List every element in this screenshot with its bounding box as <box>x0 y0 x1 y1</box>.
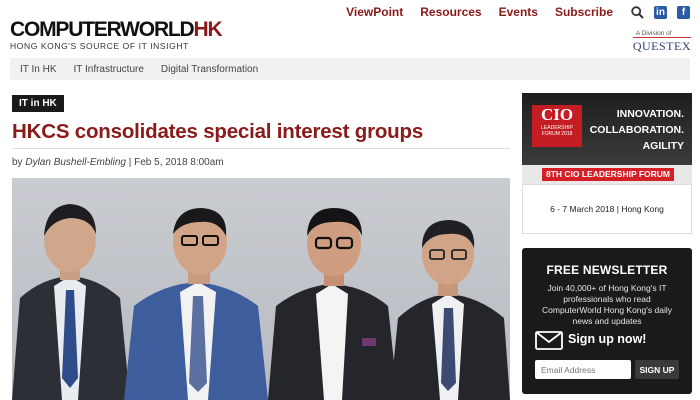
newsletter-title: FREE NEWSLETTER <box>546 263 668 277</box>
subnav-it-infrastructure[interactable]: IT Infrastructure <box>74 64 144 75</box>
linkedin-icon[interactable]: in <box>654 5 667 19</box>
byline: by Dylan Bushell-Embling | Feb 5, 2018 8… <box>12 157 224 168</box>
author-link[interactable]: Dylan Bushell-Embling <box>25 157 126 168</box>
subnav-digital-transformation[interactable]: Digital Transformation <box>161 64 258 75</box>
questex-division-text: A Division of <box>635 30 672 37</box>
ad-forum-pill: 8TH CIO LEADERSHIP FORUM <box>542 168 674 181</box>
subnav-it-in-hk[interactable]: IT In HK <box>20 64 57 75</box>
nav-resources[interactable]: Resources <box>420 5 481 19</box>
ad-slogan-line-2: COLLABORATION. <box>589 124 684 136</box>
logo-tagline: HONG KONG'S SOURCE OF IT INSIGHT <box>10 41 189 51</box>
header: COMPUTERWORLDHK HONG KONG'S SOURCE OF IT… <box>0 0 700 56</box>
person-figure <box>268 208 398 400</box>
person-figure <box>390 220 510 400</box>
cio-logo-text: CIO <box>540 105 574 124</box>
facebook-icon[interactable]: f <box>677 5 690 19</box>
nav-subscribe[interactable]: Subscribe <box>555 5 613 19</box>
section-nav: IT In HK IT Infrastructure Digital Trans… <box>10 58 690 80</box>
nav-viewpoint[interactable]: ViewPoint <box>346 5 403 19</box>
signup-button[interactable]: SIGN UP <box>635 360 679 379</box>
ad-slogan: INNOVATION. COLLABORATION. AGILITY <box>590 106 684 154</box>
questex-brand: QUESTEX <box>632 37 691 53</box>
top-nav: ViewPoint Resources Events Subscribe in … <box>346 4 700 20</box>
search-icon[interactable] <box>630 5 644 19</box>
cio-forum-ad[interactable]: CIO LEADERSHIP FORUM 2018 INNOVATION. CO… <box>522 93 692 234</box>
ad-dates: 6 - 7 March 2018 | Hong Kong <box>550 204 664 214</box>
cio-forum-logo: CIO LEADERSHIP FORUM 2018 <box>532 105 582 147</box>
article-hero-image <box>12 178 510 400</box>
category-tag[interactable]: IT in HK <box>12 95 64 112</box>
signup-heading: Sign up now! <box>568 332 647 346</box>
article-title: HKCS consolidates special interest group… <box>12 120 424 143</box>
envelope-icon <box>535 331 563 350</box>
person-figure <box>124 208 268 400</box>
logo-accent-text: HK <box>193 18 223 41</box>
byline-prefix: by <box>12 157 23 168</box>
nav-events[interactable]: Events <box>499 5 538 19</box>
logo-main-text: COMPUTERWORLD <box>10 18 195 41</box>
title-divider <box>12 148 510 149</box>
site-logo[interactable]: COMPUTERWORLDHK HONG KONG'S SOURCE OF IT… <box>10 18 223 51</box>
email-field[interactable] <box>535 360 631 379</box>
newsletter-box: FREE NEWSLETTER Join 40,000+ of Hong Kon… <box>522 248 692 394</box>
cio-logo-subtext: LEADERSHIP FORUM 2018 <box>541 125 573 137</box>
newsletter-description: Join 40,000+ of Hong Kong's IT professio… <box>542 283 672 326</box>
person-figure <box>12 204 130 400</box>
ad-slogan-line-1: INNOVATION. <box>616 108 684 120</box>
publish-date: Feb 5, 2018 8:00am <box>134 157 224 168</box>
questex-logo[interactable]: A Division of QUESTEX <box>632 30 691 54</box>
ad-slogan-line-3: AGILITY <box>642 140 684 152</box>
byline-separator: | <box>128 157 132 168</box>
